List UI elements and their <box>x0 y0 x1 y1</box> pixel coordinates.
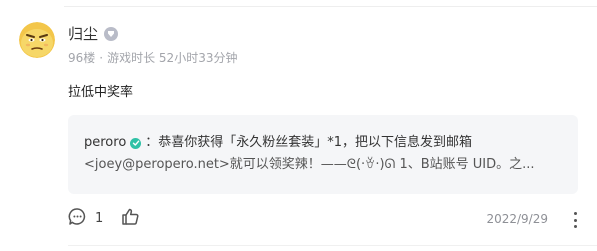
bottom-divider <box>68 245 597 246</box>
quoted-reply-card[interactable]: peroro ：恭喜你获得「永久粉丝套装」*1，把以下信息发到邮箱 <joey@… <box>68 115 578 194</box>
floor-number: 96楼 <box>68 51 96 65</box>
post-date: 2022/9/29 <box>486 212 548 226</box>
comment-icon <box>68 207 87 230</box>
more-icon-dot <box>573 225 577 228</box>
playtime: 游戏时长 52小时33分钟 <box>107 51 238 65</box>
avatar[interactable] <box>19 22 55 58</box>
action-bar: 1 <box>68 207 140 230</box>
avatar-image <box>19 22 55 58</box>
author-row: 归尘 <box>68 25 119 43</box>
top-divider <box>64 6 597 7</box>
more-icon-dot <box>573 212 577 215</box>
comment-count: 1 <box>95 211 104 226</box>
meta-separator: · <box>99 51 104 65</box>
quote-text-line1: ：恭喜你获得「永久粉丝套装」*1，把以下信息发到邮箱 <box>145 135 473 150</box>
level-badge-icon <box>104 27 119 41</box>
author-name[interactable]: 归尘 <box>68 25 98 43</box>
like-button[interactable] <box>121 207 140 230</box>
more-options-button[interactable] <box>571 212 579 228</box>
comment-text: 拉低中奖率 <box>68 85 134 100</box>
quote-first-line: peroro ：恭喜你获得「永久粉丝套装」*1，把以下信息发到邮箱 <box>84 134 562 152</box>
author-meta: 96楼 · 游戏时长 52小时33分钟 <box>68 50 237 66</box>
quote-text-line2: <joey@peropero.net>就可以领奖辣！——ᘓ(·ꈊ·)ᘏ 1、B站… <box>84 157 535 172</box>
more-icon-dot <box>573 218 577 222</box>
comment-button[interactable]: 1 <box>68 207 103 230</box>
verified-icon <box>130 137 142 149</box>
like-icon <box>121 207 140 230</box>
quote-author[interactable]: peroro <box>84 134 126 152</box>
